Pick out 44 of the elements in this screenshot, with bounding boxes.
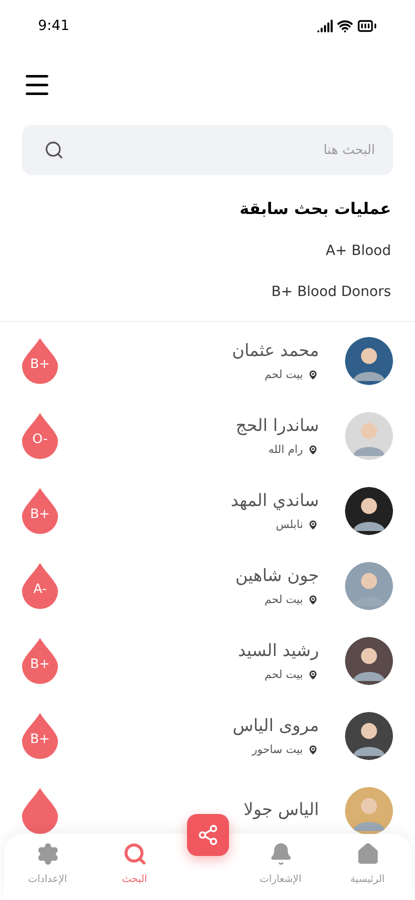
recent-search-item[interactable]: A+ Blood [326, 241, 391, 262]
nav-tab[interactable]: الرئيسية [332, 842, 402, 887]
blood-type: B+ [29, 507, 51, 523]
location-pin-icon [307, 668, 319, 681]
location-pin-icon [307, 444, 319, 456]
blood-type: O- [31, 432, 49, 448]
donor-name: جون شاهين [235, 565, 319, 588]
blood-drop-icon [22, 788, 58, 834]
donor-name: ساندرا الحج [236, 415, 319, 438]
donor-name: محمد عثمان [232, 340, 319, 363]
share-icon [196, 824, 218, 846]
location-pin-icon [307, 744, 319, 756]
blood-type: A- [32, 582, 48, 598]
location-pin-icon [307, 368, 319, 381]
donor-name: ساندي المهد [230, 490, 319, 513]
donor-location: بيت لحم [264, 366, 303, 383]
search-icon [44, 140, 64, 160]
donor-name: رشيد السيد [238, 640, 319, 663]
donor-location: بيت لحم [264, 666, 303, 683]
blood-type: B+ [29, 657, 51, 673]
bell-icon [268, 842, 292, 866]
nav-tab[interactable]: البحث [100, 842, 170, 887]
blood-type: B+ [29, 357, 51, 373]
recent-search-item[interactable]: B+ Blood Donors [271, 282, 391, 303]
home-icon [356, 842, 380, 866]
nav-tab[interactable]: الإعدادات [12, 842, 82, 887]
blood-type: B+ [29, 732, 51, 748]
donor-location: نابلس [276, 516, 303, 533]
search-icon [122, 842, 146, 866]
recent-searches-title: عمليات بحث سابقة [240, 198, 391, 220]
status-time: 9:41 [38, 16, 70, 36]
wifi-icon [337, 18, 353, 34]
donor-name: مروى الياس [232, 715, 319, 738]
donor-location: بيت ساحور [252, 742, 303, 758]
signal-icon [317, 18, 333, 34]
donor-location: رام الله [268, 442, 303, 458]
donor-location: بيت لحم [264, 592, 303, 608]
location-pin-icon [307, 518, 319, 531]
nav-tab[interactable]: الإشعارات [246, 842, 316, 887]
donor-name: الياس جولا [244, 799, 319, 822]
share-button[interactable] [186, 814, 228, 856]
settings-icon [36, 842, 60, 866]
search-field[interactable]: البحث هنا [22, 125, 393, 175]
location-pin-icon [307, 594, 319, 606]
